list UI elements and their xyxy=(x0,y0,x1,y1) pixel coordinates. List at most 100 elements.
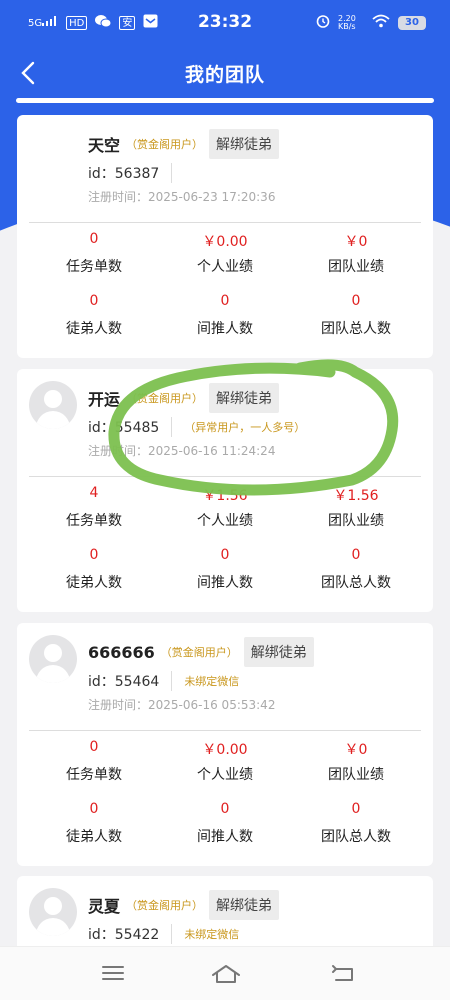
stat-value: 0 xyxy=(89,231,99,247)
member-note: （异常用户，一人多号） xyxy=(184,421,306,434)
stat-apprentice-count: 0 徒弟人数 xyxy=(29,547,159,592)
stat-team-total: 0 团队总人数 xyxy=(291,293,421,338)
member-card: 灵夏 （赏金阁用户） 解绑徒弟 id：55422 未绑定微信 xyxy=(17,876,433,946)
avatar xyxy=(29,888,77,936)
status-bar: 5G HD 安 23:32 2.20 KB/s 30 xyxy=(0,0,450,46)
stat-label: 间推人数 xyxy=(197,829,253,845)
member-tag: （赏金阁用户） xyxy=(126,899,204,912)
stat-label: 团队业绩 xyxy=(328,767,384,783)
stat-label: 徒弟人数 xyxy=(66,321,122,337)
stat-value: 0 xyxy=(89,739,99,755)
stat-task-count: 4 任务单数 xyxy=(29,485,159,530)
stat-task-count: 0 任务单数 xyxy=(29,739,159,784)
stat-apprentice-count: 0 徒弟人数 xyxy=(29,801,159,846)
back-icon xyxy=(332,965,353,981)
member-id-row: id：55422 未绑定微信 xyxy=(88,924,239,944)
stat-indirect-count: 0 间推人数 xyxy=(160,801,290,846)
home-button[interactable] xyxy=(210,963,240,987)
stat-label: 间推人数 xyxy=(197,575,253,591)
stat-label: 团队总人数 xyxy=(321,321,391,337)
unbind-button[interactable]: 解绑徒弟 xyxy=(209,383,280,413)
stat-team-perf: ￥0 团队业绩 xyxy=(291,739,421,784)
status-right: 2.20 KB/s 30 xyxy=(316,14,426,31)
page-title: 我的团队 xyxy=(184,64,265,86)
member-tag: （赏金阁用户） xyxy=(160,646,238,659)
avatar xyxy=(29,635,77,683)
stat-value: ￥0.00 xyxy=(202,234,248,250)
stat-team-total: 0 团队总人数 xyxy=(291,547,421,592)
member-name: 开运 xyxy=(88,390,121,409)
stat-personal-perf: ￥0.00 个人业绩 xyxy=(160,739,290,784)
member-id-row: id：55464 未绑定微信 xyxy=(88,671,239,691)
stat-value: 0 xyxy=(220,547,230,563)
avatar xyxy=(29,381,77,429)
member-card: 开运 （赏金阁用户） 解绑徒弟 id：55485 （异常用户，一人多号） 注册时… xyxy=(17,369,433,612)
stat-value: ￥0.00 xyxy=(202,742,248,758)
member-list[interactable]: 天空 （赏金阁用户） 解绑徒弟 id：56387 注册时间：2025-06-23… xyxy=(0,104,450,946)
member-card: 666666 （赏金阁用户） 解绑徒弟 id：55464 未绑定微信 注册时间：… xyxy=(17,623,433,866)
stat-value: 4 xyxy=(89,485,99,501)
stat-value: 0 xyxy=(351,547,361,563)
stat-team-perf: ￥0 团队业绩 xyxy=(291,231,421,276)
member-tag: （赏金阁用户） xyxy=(126,392,204,405)
member-id-row: id：56387 xyxy=(88,163,184,183)
stat-label: 任务单数 xyxy=(66,259,122,275)
stat-label: 徒弟人数 xyxy=(66,829,122,845)
divider xyxy=(29,476,421,477)
home-icon xyxy=(212,965,240,983)
stat-value: 0 xyxy=(89,547,99,563)
stat-team-total: 0 团队总人数 xyxy=(291,801,421,846)
separator xyxy=(171,924,173,944)
stat-value: 0 xyxy=(351,801,361,817)
menu-icon xyxy=(102,966,124,980)
stat-label: 团队业绩 xyxy=(328,259,384,275)
unbind-button[interactable]: 解绑徒弟 xyxy=(243,637,314,667)
wifi-icon xyxy=(372,14,390,31)
stat-indirect-count: 0 间推人数 xyxy=(160,293,290,338)
stat-label: 任务单数 xyxy=(66,513,122,529)
stat-value: ￥0 xyxy=(344,234,368,250)
stat-value: 0 xyxy=(89,801,99,817)
member-card: 天空 （赏金阁用户） 解绑徒弟 id：56387 注册时间：2025-06-23… xyxy=(17,115,433,358)
stat-personal-perf: ￥1.56 个人业绩 xyxy=(160,485,290,530)
stat-value: 0 xyxy=(220,293,230,309)
member-header: 666666 （赏金阁用户） 解绑徒弟 xyxy=(88,637,314,667)
separator xyxy=(171,163,173,183)
member-header: 开运 （赏金阁用户） 解绑徒弟 xyxy=(88,383,280,413)
member-id-row: id：55485 （异常用户，一人多号） xyxy=(88,417,305,437)
stat-value: 0 xyxy=(89,293,99,309)
stat-label: 团队总人数 xyxy=(321,575,391,591)
stat-indirect-count: 0 间推人数 xyxy=(160,547,290,592)
stat-value: ￥1.56 xyxy=(202,488,248,504)
menu-button[interactable] xyxy=(100,963,130,987)
alarm-icon xyxy=(316,14,330,31)
header-underline xyxy=(16,98,434,103)
member-id: id：55422 xyxy=(88,927,160,943)
unbind-button[interactable]: 解绑徒弟 xyxy=(209,890,280,920)
stat-label: 徒弟人数 xyxy=(66,575,122,591)
member-id: id：55464 xyxy=(88,674,160,690)
back-nav-button[interactable] xyxy=(330,963,360,987)
divider xyxy=(29,222,421,223)
stat-label: 个人业绩 xyxy=(197,767,253,783)
member-name: 666666 xyxy=(88,642,155,662)
stat-value: 0 xyxy=(351,293,361,309)
member-name: 天空 xyxy=(88,136,121,155)
member-header: 灵夏 （赏金阁用户） 解绑徒弟 xyxy=(88,890,280,920)
member-id: id：55485 xyxy=(88,420,160,436)
net-speed: 2.20 KB/s xyxy=(338,13,356,31)
unbind-button[interactable]: 解绑徒弟 xyxy=(209,129,280,159)
member-reg-time: 注册时间：2025-06-16 11:24:24 xyxy=(88,444,276,458)
stat-personal-perf: ￥0.00 个人业绩 xyxy=(160,231,290,276)
system-nav-bar xyxy=(0,946,450,1000)
stat-apprentice-count: 0 徒弟人数 xyxy=(29,293,159,338)
member-tag: （赏金阁用户） xyxy=(126,138,204,151)
member-note: 未绑定微信 xyxy=(184,675,240,688)
member-reg-time: 注册时间：2025-06-23 17:20:36 xyxy=(88,190,276,204)
member-id: id：56387 xyxy=(88,166,160,182)
member-note: 未绑定微信 xyxy=(184,928,240,941)
battery-icon: 30 xyxy=(398,15,426,30)
stat-label: 团队业绩 xyxy=(328,513,384,529)
stat-label: 团队总人数 xyxy=(321,829,391,845)
stat-label: 个人业绩 xyxy=(197,513,253,529)
